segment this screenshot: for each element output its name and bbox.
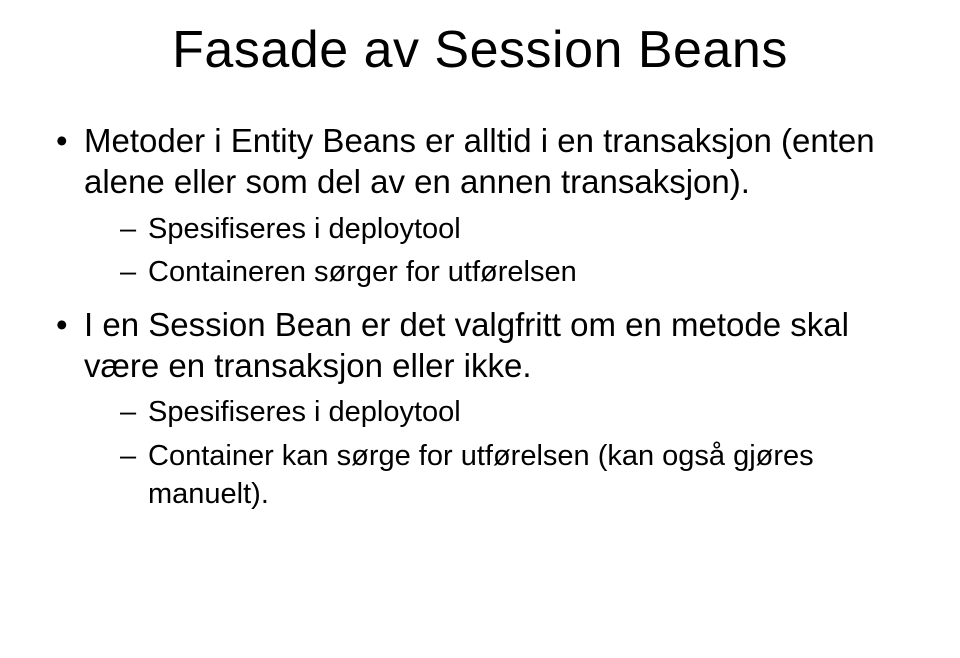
bullet-text: I en Session Bean er det valgfritt om en… xyxy=(84,306,849,384)
list-item: Container kan sørge for utførelsen (kan … xyxy=(120,438,910,513)
bullet-text: Metoder i Entity Beans er alltid i en tr… xyxy=(84,122,875,200)
sub-list: Spesifiseres i deploytool Containeren sø… xyxy=(84,211,910,292)
list-item: Metoder i Entity Beans er alltid i en tr… xyxy=(50,120,910,292)
sub-bullet-text: Container kan sørge for utførelsen (kan … xyxy=(148,440,814,510)
slide-title: Fasade av Session Beans xyxy=(50,20,910,80)
sub-list: Spesifiseres i deploytool Container kan … xyxy=(84,394,910,513)
slide: Fasade av Session Beans Metoder i Entity… xyxy=(0,0,960,658)
list-item: Spesifiseres i deploytool xyxy=(120,394,910,432)
list-item: Containeren sørger for utførelsen xyxy=(120,254,910,292)
sub-bullet-text: Spesifiseres i deploytool xyxy=(148,213,461,245)
sub-bullet-text: Spesifiseres i deploytool xyxy=(148,396,461,428)
sub-bullet-text: Containeren sørger for utførelsen xyxy=(148,256,577,288)
list-item: Spesifiseres i deploytool xyxy=(120,211,910,249)
bullet-list: Metoder i Entity Beans er alltid i en tr… xyxy=(50,120,910,513)
list-item: I en Session Bean er det valgfritt om en… xyxy=(50,304,910,514)
